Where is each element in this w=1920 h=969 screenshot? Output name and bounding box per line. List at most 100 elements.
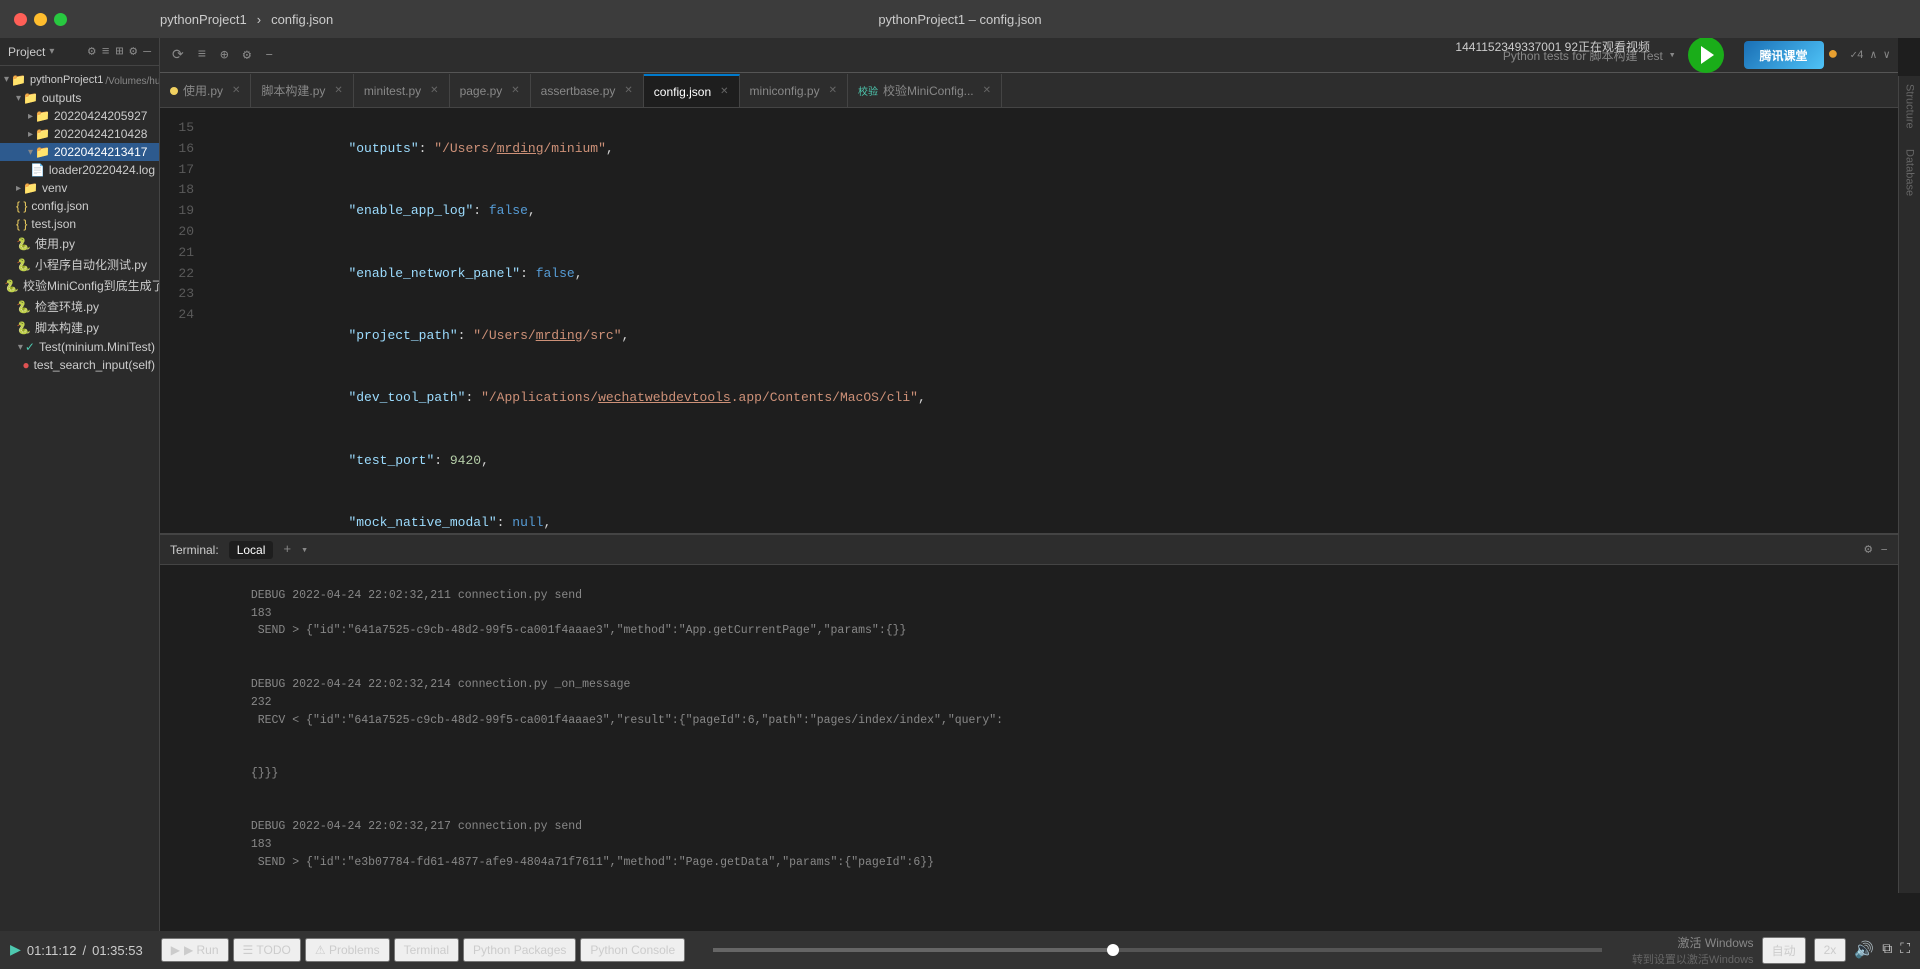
tab-close-icon[interactable]: ✕ bbox=[232, 85, 240, 96]
tree-log[interactable]: 📄 loader20220424.log bbox=[0, 161, 159, 179]
settings-icon[interactable]: ⚙ bbox=[88, 44, 96, 59]
terminal-body: DEBUG 2022-04-24 22:02:32,211 connection… bbox=[160, 565, 1898, 893]
terminal-header: Terminal: Local + ▾ ⚙ – bbox=[160, 535, 1898, 565]
right-tabs: Structure Database bbox=[1898, 76, 1920, 893]
activate-subtext: 转到设置以激活Windows bbox=[1632, 951, 1754, 967]
run-play-button[interactable] bbox=[1688, 38, 1724, 73]
tree-test-class[interactable]: ▾ ✓ Test(minium.MiniTest) bbox=[0, 338, 159, 356]
status-bar: ▶ 01:11:12 / 01:35:53 ▶ ▶ Run ☰ TODO ⚠ P… bbox=[0, 931, 1920, 969]
status-right: 激活 Windows 转到设置以激活Windows 自动 2x 🔊 ⧉ ⛶ bbox=[1622, 934, 1920, 967]
terminal-line-2: DEBUG 2022-04-24 22:02:32,214 connection… bbox=[168, 658, 1890, 747]
activate-text: 激活 Windows bbox=[1632, 934, 1754, 951]
tab-assertbase-py[interactable]: assertbase.py ✕ bbox=[531, 74, 644, 107]
tree-use-py[interactable]: 🐍 使用.py bbox=[0, 233, 159, 254]
tab-close-icon[interactable]: ✕ bbox=[430, 85, 438, 96]
main-layout: Project ▾ ⚙ ≡ ⊞ ⚙ — ▾ 📁 pythonProject1 /… bbox=[0, 38, 1920, 931]
code-editor: 15 16 17 18 19 20 21 22 23 24 "outputs" bbox=[160, 108, 1898, 571]
add-terminal-button[interactable]: + bbox=[283, 542, 291, 557]
minus-icon[interactable]: – bbox=[261, 45, 277, 65]
terminal-button[interactable]: Terminal bbox=[394, 938, 459, 962]
gear-icon[interactable]: ⚙ bbox=[129, 44, 137, 59]
sidebar: Project ▾ ⚙ ≡ ⊞ ⚙ — ▾ 📁 pythonProject1 /… bbox=[0, 38, 160, 931]
tab-close-icon[interactable]: ✕ bbox=[334, 85, 342, 96]
pip-icon[interactable]: ⧉ bbox=[1882, 942, 1892, 958]
problems-button[interactable]: ⚠ Problems bbox=[305, 938, 390, 962]
breadcrumb: pythonProject1 › config.json bbox=[160, 12, 333, 27]
tab-config-json[interactable]: config.json ✕ bbox=[644, 74, 740, 107]
sidebar-label: Project bbox=[8, 45, 45, 59]
tree-folder1[interactable]: ▸ 📁 20220424205927 bbox=[0, 107, 159, 125]
breadcrumb-project: pythonProject1 bbox=[160, 12, 247, 27]
sidebar-header: Project ▾ ⚙ ≡ ⊞ ⚙ — bbox=[0, 38, 159, 66]
tab-page-py[interactable]: page.py ✕ bbox=[450, 74, 531, 107]
structure-tab[interactable]: Structure bbox=[1904, 84, 1916, 129]
terminal-close-icon[interactable]: – bbox=[1880, 542, 1888, 557]
tree-build-py[interactable]: 🐍 脚本构建.py bbox=[0, 317, 159, 338]
minus-icon[interactable]: — bbox=[143, 44, 151, 59]
tab-verify-py[interactable]: 校验 校验MiniConfig... ✕ bbox=[848, 74, 1002, 107]
tab-miniconfig-py[interactable]: miniconfig.py ✕ bbox=[740, 74, 848, 107]
python-console-button[interactable]: Python Console bbox=[580, 938, 685, 962]
code-line-16: "enable_app_log": false, bbox=[208, 180, 1898, 242]
tab-close-icon[interactable]: ✕ bbox=[624, 85, 632, 96]
split-icon[interactable]: ⊞ bbox=[116, 44, 124, 59]
auto-speed-button[interactable]: 自动 bbox=[1762, 937, 1806, 964]
tree-venv[interactable]: ▸ 📁 venv bbox=[0, 179, 159, 197]
tree-root[interactable]: ▾ 📁 pythonProject1 /Volumes/huace/APP自动化… bbox=[0, 70, 159, 89]
tree-outputs[interactable]: ▾ 📁 outputs bbox=[0, 89, 159, 107]
status-current-time: 01:11:12 bbox=[27, 943, 77, 958]
tab-use-py[interactable]: 使用.py ✕ bbox=[160, 74, 251, 107]
tree-folder3[interactable]: ▾ 📁 20220424213417 bbox=[0, 143, 159, 161]
split-icon[interactable]: ⊕ bbox=[216, 45, 232, 66]
terminal-tab-local[interactable]: Local bbox=[229, 541, 274, 559]
logo-area: 腾讯课堂 ● bbox=[1744, 41, 1839, 69]
progress-bar[interactable] bbox=[713, 948, 1602, 952]
close-button[interactable] bbox=[14, 13, 27, 26]
tree-test-fn[interactable]: ● test_search_input(self) bbox=[0, 356, 159, 374]
run-button[interactable]: ▶ ▶ Run bbox=[161, 938, 229, 962]
volume-icon[interactable]: 🔊 bbox=[1854, 940, 1874, 960]
tree-test-json[interactable]: { } test.json bbox=[0, 215, 159, 233]
speed-2x-button[interactable]: 2x bbox=[1814, 938, 1847, 962]
todo-button[interactable]: ☰ TODO bbox=[233, 938, 301, 962]
code-line-19: "dev_tool_path": "/Applications/wechatwe… bbox=[208, 368, 1898, 430]
tree-check-py[interactable]: 🐍 检查环境.py bbox=[0, 296, 159, 317]
window-controls[interactable] bbox=[14, 13, 67, 26]
file-tree: ▾ 📁 pythonProject1 /Volumes/huace/APP自动化… bbox=[0, 66, 159, 378]
test-dropdown[interactable]: ▾ bbox=[1669, 48, 1676, 62]
tab-build-py[interactable]: 脚本构建.py ✕ bbox=[251, 74, 353, 107]
status-total-time: 01:35:53 bbox=[92, 943, 143, 958]
logo-text: 腾讯课堂 bbox=[1760, 47, 1808, 64]
tree-config-json[interactable]: { } config.json bbox=[0, 197, 159, 215]
sort-icon[interactable]: ≡ bbox=[102, 44, 110, 59]
maximize-button[interactable] bbox=[54, 13, 67, 26]
settings-icon[interactable]: ⚙ bbox=[239, 45, 255, 66]
status-center: ▶ ▶ Run ☰ TODO ⚠ Problems Terminal Pytho… bbox=[153, 938, 693, 962]
tab-minitest-py[interactable]: minitest.py ✕ bbox=[354, 74, 450, 107]
root-folder-label: pythonProject1 bbox=[30, 74, 103, 86]
status-play-button[interactable]: ▶ bbox=[10, 939, 21, 961]
tab-close-icon[interactable]: ✕ bbox=[720, 86, 728, 97]
tab-close-icon[interactable]: ✕ bbox=[829, 85, 837, 96]
run-icon: ▶ bbox=[171, 943, 180, 957]
version-arrows[interactable]: ✓4 ∧ ∨ bbox=[1850, 48, 1890, 62]
progress-thumb[interactable] bbox=[1107, 944, 1119, 956]
sync-icon[interactable]: ⟳ bbox=[168, 45, 188, 66]
tree-folder2[interactable]: ▸ 📁 20220424210428 bbox=[0, 125, 159, 143]
tree-verify-py[interactable]: 🐍 校验MiniConfig到底生成了什么数据.py bbox=[0, 275, 159, 296]
terminal-label: Terminal: bbox=[170, 543, 219, 557]
list-icon[interactable]: ≡ bbox=[194, 45, 210, 65]
minimize-button[interactable] bbox=[34, 13, 47, 26]
code-line-18: "project_path": "/Users/mrding/src", bbox=[208, 305, 1898, 367]
tab-close-icon[interactable]: ✕ bbox=[983, 85, 991, 96]
code-line-15: "outputs": "/Users/mrding/minium", bbox=[208, 118, 1898, 180]
tab-close-icon[interactable]: ✕ bbox=[511, 85, 519, 96]
chevron-down-icon: ▾ bbox=[49, 46, 54, 57]
terminal-dropdown[interactable]: ▾ bbox=[301, 543, 308, 557]
terminal-settings-icon[interactable]: ⚙ bbox=[1864, 542, 1872, 557]
sidebar-title: Project ▾ bbox=[8, 45, 54, 59]
tree-miniapp-py[interactable]: 🐍 小程序自动化测试.py bbox=[0, 254, 159, 275]
fullscreen-icon[interactable]: ⛶ bbox=[1900, 942, 1910, 958]
database-tab[interactable]: Database bbox=[1904, 149, 1916, 196]
python-packages-button[interactable]: Python Packages bbox=[463, 938, 576, 962]
